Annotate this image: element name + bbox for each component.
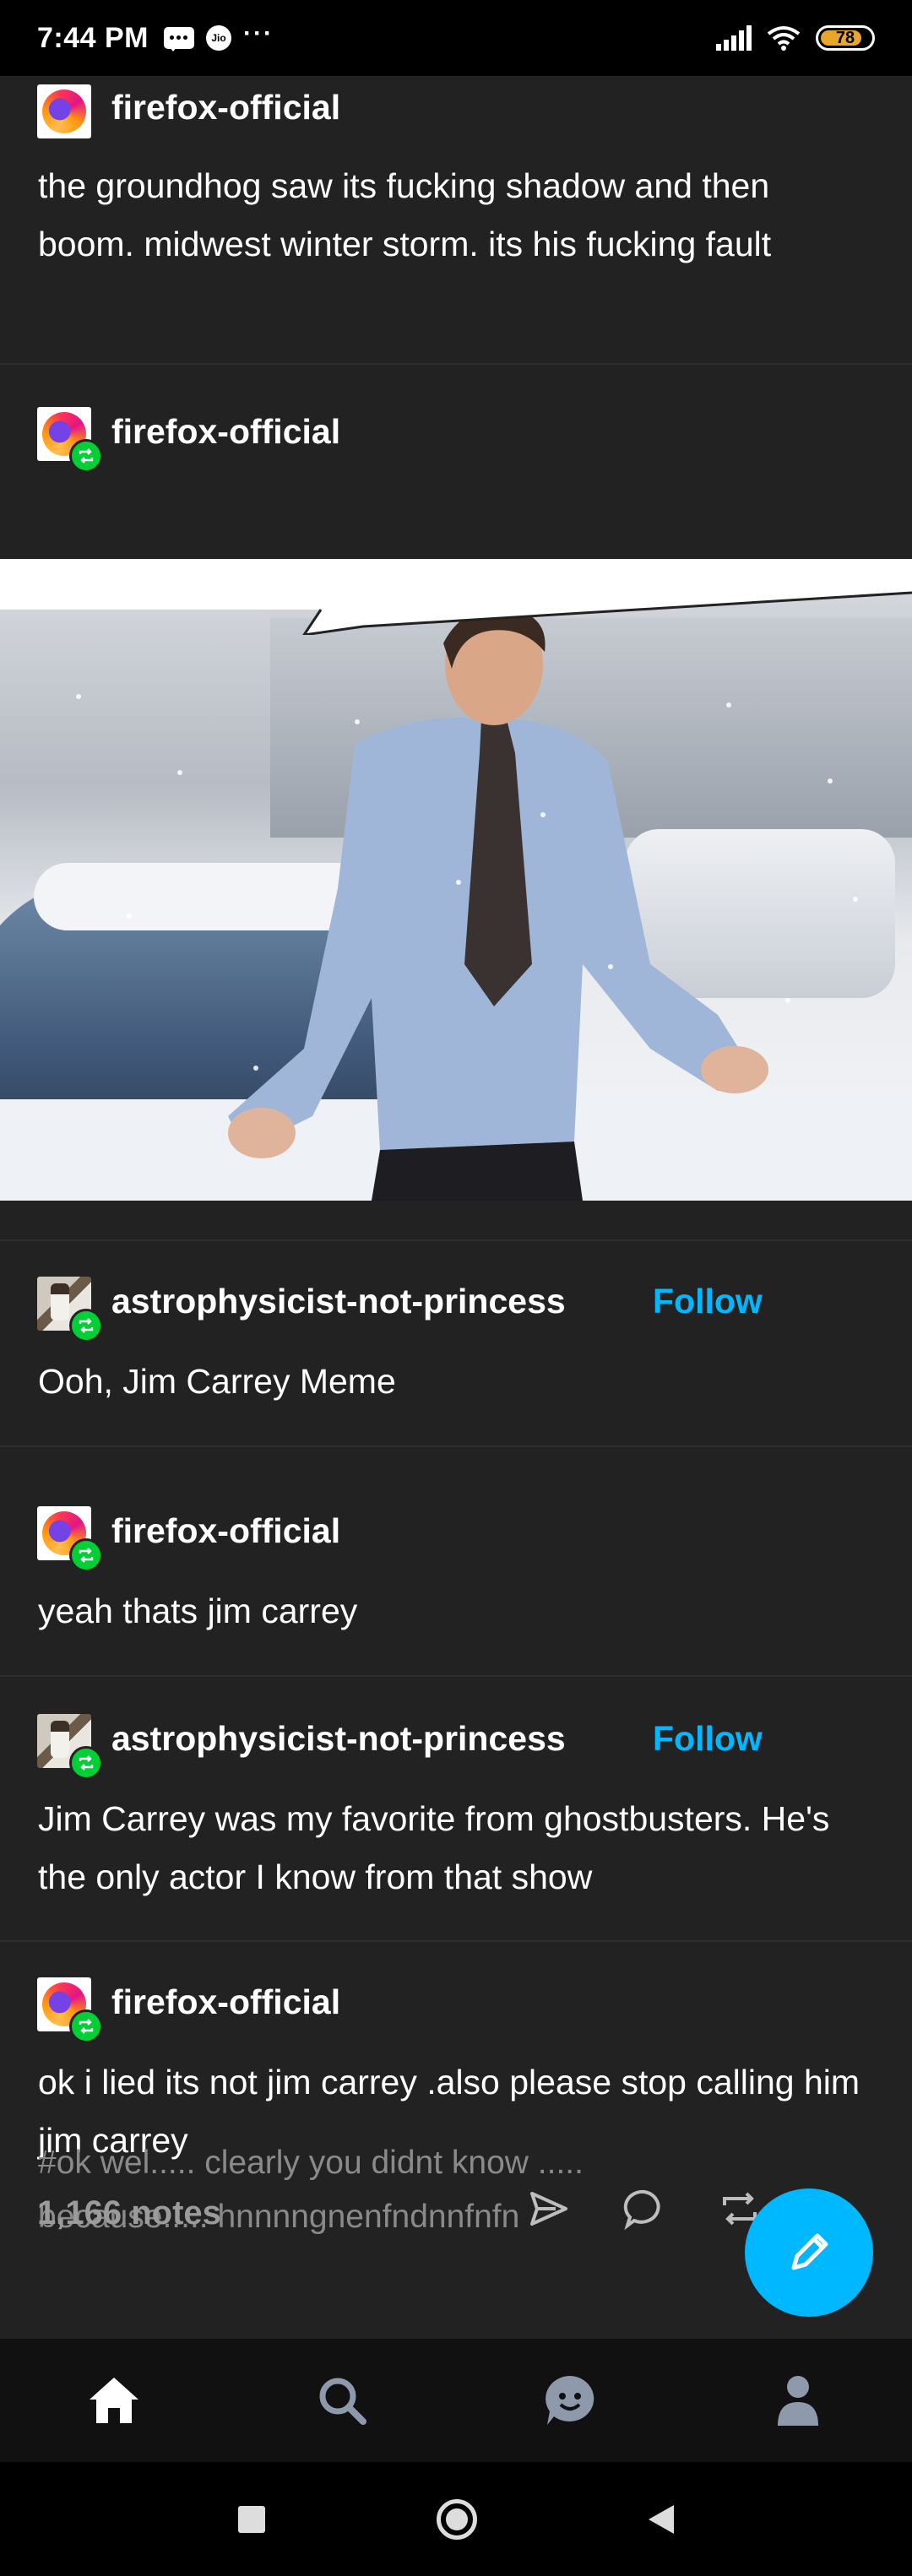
post-divider (0, 363, 912, 365)
astrophysicist-avatar[interactable] (37, 1714, 103, 1780)
speech-bubble-icon[interactable] (621, 2185, 668, 2232)
astrophysicist-avatar[interactable] (37, 1277, 103, 1342)
jio-icon: Jio (206, 25, 231, 51)
post-text: Ooh, Jim Carrey Meme (38, 1362, 396, 1401)
post-text: yeah thats jim carrey (38, 1592, 358, 1630)
pencil-icon (791, 2233, 828, 2270)
compose-button[interactable] (745, 2188, 873, 2317)
wifi-icon (767, 26, 801, 51)
signal-icon (716, 25, 752, 51)
post-username[interactable]: firefox-official (111, 88, 340, 127)
reblog-badge-icon (69, 1746, 103, 1780)
nav-search[interactable] (296, 2354, 388, 2447)
reblog-badge-icon (69, 439, 103, 473)
message-notification-icon (164, 27, 194, 52)
reblog-badge-icon (69, 1538, 103, 1572)
person-icon (778, 2376, 818, 2426)
post-image[interactable] (0, 559, 912, 1201)
firefox-avatar[interactable] (37, 1977, 103, 2043)
man-in-snow-figure (228, 610, 768, 1201)
follow-button[interactable]: Follow (653, 1719, 763, 1759)
firefox-avatar[interactable] (37, 1506, 103, 1572)
more-notifications-icon: ··· (243, 19, 274, 47)
post-divider (0, 1675, 912, 1677)
post-text: Jim Carrey was my favorite from ghostbus… (38, 1799, 830, 1896)
post-username[interactable]: firefox-official (111, 412, 340, 452)
status-time: 7:44 PM (37, 21, 149, 54)
follow-button[interactable]: Follow (653, 1282, 763, 1321)
post-text: the groundhog saw its fucking shadow and… (38, 166, 772, 263)
home-icon (90, 2378, 138, 2423)
nav-activity[interactable] (524, 2354, 616, 2447)
post-username[interactable]: firefox-official (111, 1511, 340, 1551)
status-bar: 7:44 PM Jio ··· 78 (0, 0, 912, 76)
smiley-icon (546, 2376, 594, 2425)
speech-bubble-graphic (0, 559, 912, 635)
bottom-navigation (0, 2339, 912, 2462)
nav-home[interactable] (68, 2354, 160, 2447)
reblog-badge-icon (69, 2009, 103, 2043)
post-divider (0, 1239, 912, 1241)
square-icon[interactable] (237, 2505, 265, 2533)
post-username[interactable]: astrophysicist-not-princess (111, 1719, 566, 1759)
triangle-back-icon[interactable] (649, 2504, 675, 2534)
post-divider (0, 1445, 912, 1447)
notes-count[interactable]: 1,166 notes (37, 2194, 221, 2232)
firefox-avatar[interactable] (37, 84, 91, 138)
search-icon (319, 2378, 366, 2425)
paper-plane-icon[interactable] (525, 2185, 573, 2232)
post-thread: firefox-official the groundhog saw its f… (0, 76, 912, 2339)
nav-account[interactable] (752, 2354, 844, 2447)
battery-icon: 78 (816, 25, 875, 51)
post-username[interactable]: firefox-official (111, 1982, 340, 2022)
reblog-badge-icon (69, 1309, 103, 1342)
firefox-avatar[interactable] (37, 407, 103, 473)
battery-level: 78 (835, 28, 855, 47)
circle-icon[interactable] (436, 2498, 477, 2540)
post-divider (0, 1940, 912, 1942)
system-navigation (0, 2462, 912, 2576)
post-username[interactable]: astrophysicist-not-princess (111, 1282, 566, 1321)
